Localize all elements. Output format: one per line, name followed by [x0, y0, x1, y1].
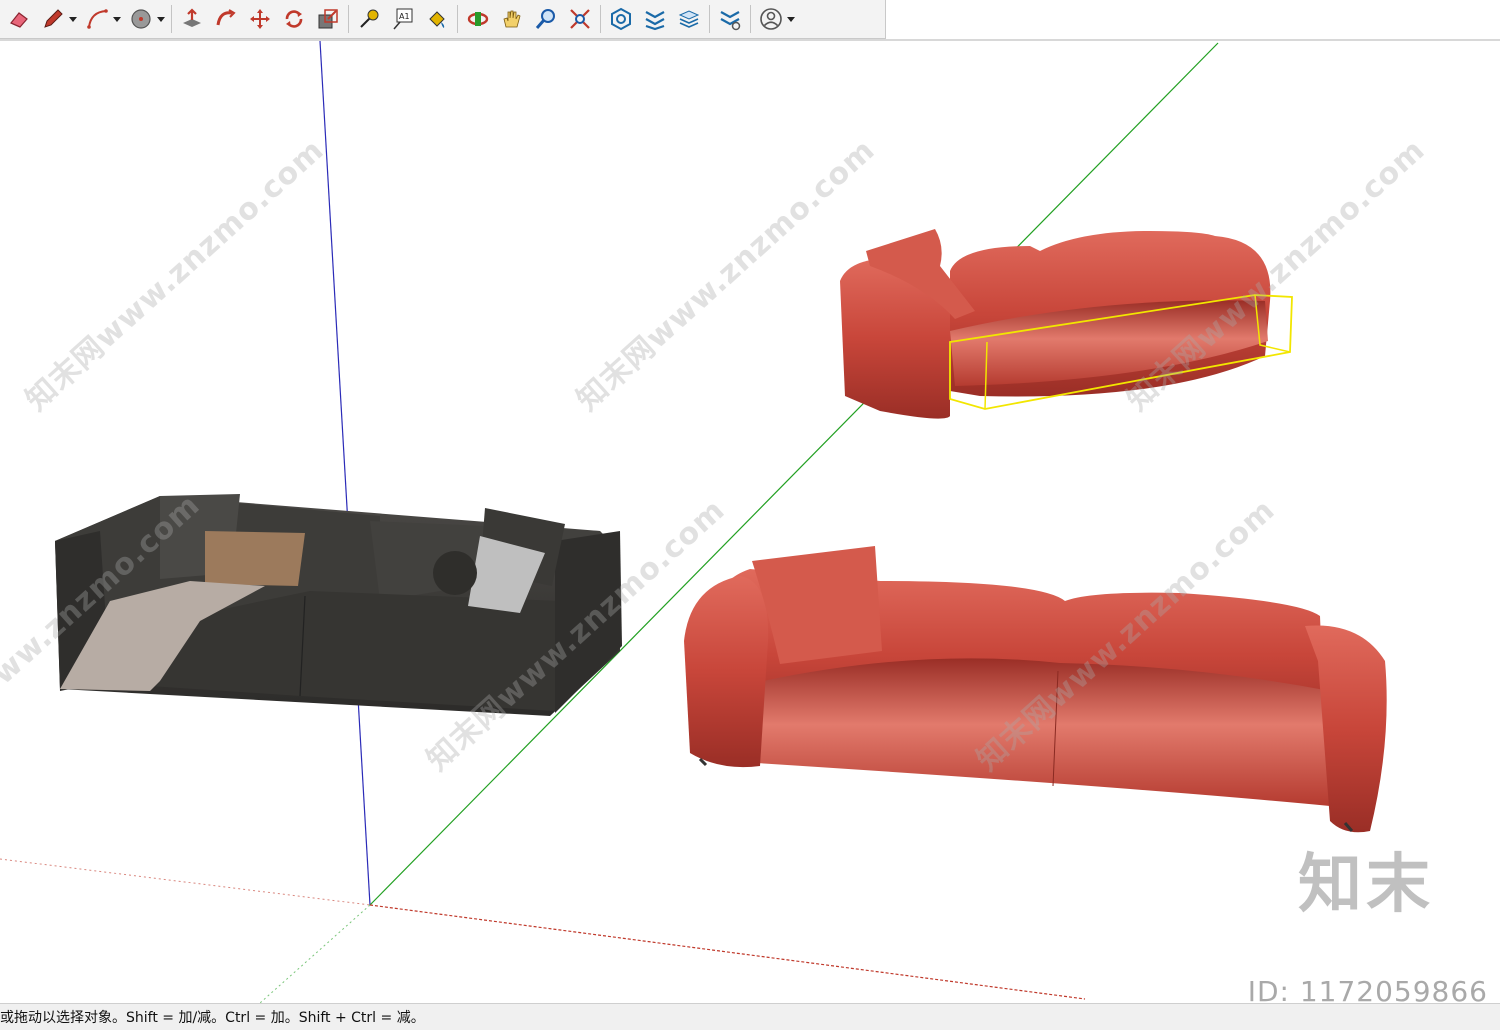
green-axis-negative	[259, 904, 371, 1003]
circle-tool-button[interactable]	[126, 4, 156, 34]
follow-me-tool-button[interactable]	[211, 4, 241, 34]
arc-icon	[87, 9, 108, 29]
pan-tool-button[interactable]	[497, 4, 527, 34]
scale-icon	[318, 9, 338, 29]
tape-measure-tool-button[interactable]	[354, 4, 384, 34]
orbit-icon	[467, 12, 489, 26]
svg-text:A1: A1	[399, 12, 410, 21]
eraser-tool-button[interactable]	[4, 4, 34, 34]
push-pull-tool-button[interactable]	[177, 4, 207, 34]
circle-icon	[131, 9, 151, 29]
blue-axis	[319, 41, 371, 906]
rotate-tool-button[interactable]	[279, 4, 309, 34]
chevron-down-icon	[787, 17, 795, 22]
text-label-icon: A1	[393, 8, 413, 30]
user-account-dropdown[interactable]	[786, 4, 796, 34]
chevron-down-icon	[69, 17, 77, 22]
toolbar-separator	[750, 5, 751, 33]
arc-dropdown[interactable]	[112, 4, 122, 34]
red-axis	[369, 904, 1086, 1000]
main-toolbar: A1	[0, 0, 886, 39]
circle-dropdown[interactable]	[156, 4, 166, 34]
pencil-icon	[44, 9, 63, 28]
layout-send-button[interactable]	[674, 4, 704, 34]
toolbar-separator	[171, 5, 172, 33]
zoom-tool-button[interactable]	[531, 4, 561, 34]
status-text: 或拖动以选择对象。Shift = 加/减。Ctrl = 加。Shift + Ct…	[0, 1010, 425, 1026]
paint-bucket-icon	[429, 11, 445, 28]
scale-tool-button[interactable]	[313, 4, 343, 34]
3d-warehouse-button[interactable]	[606, 4, 636, 34]
arc-tool-button[interactable]	[82, 4, 112, 34]
chevron-down-icon	[113, 17, 121, 22]
follow-me-icon	[216, 9, 236, 26]
layers-icon	[678, 10, 700, 28]
paint-bucket-tool-button[interactable]	[422, 4, 452, 34]
chevron-down-icon	[157, 17, 165, 22]
red-axis-negative	[0, 858, 371, 906]
user-account-button[interactable]	[756, 4, 786, 34]
zoom-icon	[535, 9, 555, 29]
pencil-tool-button[interactable]	[38, 4, 68, 34]
zoom-extents-tool-button[interactable]	[565, 4, 595, 34]
toolbar-separator	[709, 5, 710, 33]
extension-manager-button[interactable]	[715, 4, 745, 34]
brand-logo: 知末	[1298, 848, 1434, 922]
push-pull-icon	[183, 8, 201, 27]
status-bar: 或拖动以选择对象。Shift = 加/减。Ctrl = 加。Shift + Ct…	[0, 1003, 1500, 1030]
rotate-icon	[285, 10, 303, 28]
tape-measure-icon	[360, 9, 379, 28]
extension-warehouse-button[interactable]	[640, 4, 670, 34]
extension-manager-icon	[720, 11, 741, 31]
pencil-dropdown[interactable]	[68, 4, 78, 34]
pan-icon	[503, 10, 521, 28]
move-tool-button[interactable]	[245, 4, 275, 34]
eraser-icon	[10, 12, 28, 28]
extension-warehouse-icon	[645, 11, 665, 31]
warehouse-icon	[611, 7, 631, 31]
toolbar-separator	[457, 5, 458, 33]
user-account-icon	[760, 8, 782, 30]
orbit-tool-button[interactable]	[463, 4, 493, 34]
zoom-extents-icon	[570, 9, 590, 29]
3d-viewport[interactable]: 知末网www.znzmo.com 知末网www.znzmo.com 知末网www…	[0, 41, 1500, 1003]
move-icon	[250, 9, 270, 29]
toolbar-separator	[600, 5, 601, 33]
text-tool-button[interactable]: A1	[388, 4, 418, 34]
toolbar-separator	[348, 5, 349, 33]
